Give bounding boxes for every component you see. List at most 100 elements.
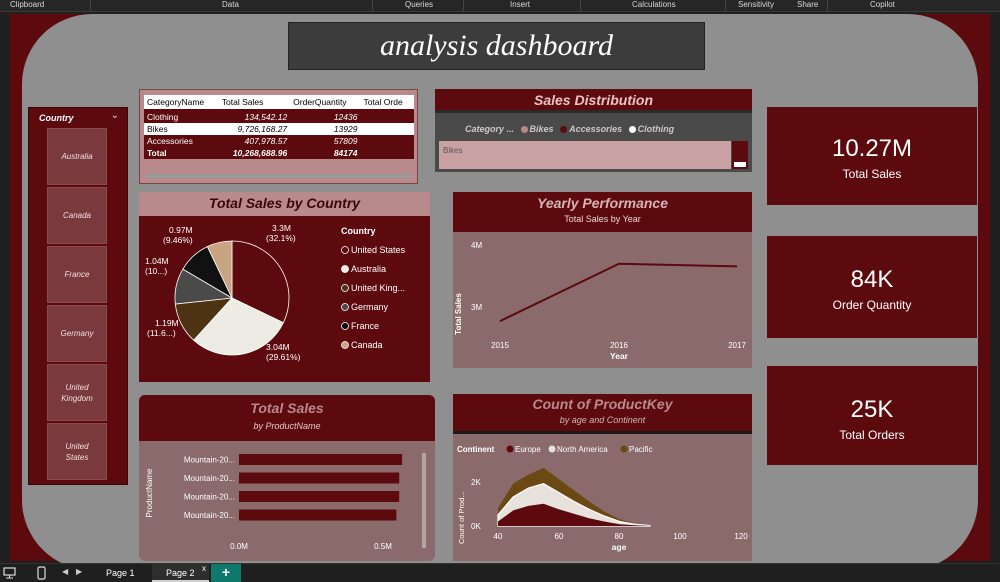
yearly-series-line[interactable] (499, 262, 738, 323)
pie-legend-marker (341, 246, 349, 254)
count-xtick: 100 (673, 532, 687, 541)
kpi-label: Total Sales (842, 167, 902, 181)
pie-legend-marker (341, 341, 349, 349)
pie-legend-marker (341, 284, 349, 292)
pie-label-value: 1.19M (155, 318, 179, 328)
cell-sales: 407,978.57 (218, 135, 291, 147)
desktop-view-icon[interactable] (3, 567, 17, 579)
pie-legend-item[interactable]: France (351, 321, 379, 331)
ribbon-sensitivity[interactable]: Sensitivity (738, 0, 774, 9)
ribbon-data[interactable]: Data (222, 0, 239, 9)
yearly-title: Yearly Performance (537, 195, 668, 211)
count-ytick: 2K (471, 478, 481, 487)
legend-dot-clothing (628, 126, 636, 133)
cell-total-sales: 10,268,688.96 (218, 147, 291, 159)
close-tab-icon[interactable]: x (202, 564, 206, 573)
column-header-category[interactable]: CategoryName (144, 95, 219, 111)
slicer-item-australia[interactable]: Australia (47, 128, 107, 185)
sales-distribution-title: Sales Distribution (435, 89, 752, 113)
chevron-down-icon[interactable]: ⌄ (111, 110, 119, 121)
legend-title: Category ... (465, 124, 515, 134)
yearly-subtitle: Total Sales by Year (564, 214, 641, 224)
cell-category: Bikes (144, 123, 219, 135)
pie-legend-item[interactable]: Australia (351, 264, 386, 274)
ribbon-queries[interactable]: Queries (405, 0, 433, 9)
pie-label-percent: (32.1%) (266, 233, 296, 243)
kpi-value: 25K (850, 396, 894, 423)
product-bar[interactable] (239, 509, 397, 521)
table-row[interactable]: Accessories 407,978.57 57809 (144, 135, 414, 147)
count-area-svg: Continent Europe North America Pacific C… (457, 445, 748, 552)
ribbon: Clipboard Data Queries Insert Calculatio… (0, 0, 1000, 12)
table-scrollbar[interactable] (146, 174, 412, 178)
cell-total-quantity: 84174 (290, 147, 361, 159)
ribbon-share[interactable]: Share (797, 0, 818, 9)
stacked-bar-clothing[interactable] (734, 162, 746, 167)
count-legend-title: Continent (457, 445, 495, 454)
count-xlabel: age (612, 542, 627, 552)
pie-legend-item[interactable]: Germany (351, 302, 389, 312)
legend-accessories[interactable]: Accessories (569, 124, 622, 134)
legend-clothing[interactable]: Clothing (638, 124, 675, 134)
pie-legend-item[interactable]: United States (351, 245, 406, 255)
table-row[interactable]: Bikes 9,726,168.27 13929 (144, 123, 414, 135)
product-bar[interactable] (239, 491, 400, 502)
legend-north-america[interactable]: North America (557, 445, 608, 454)
ribbon-copilot[interactable]: Copilot (870, 0, 895, 9)
tab-page-1[interactable]: Page 1 (92, 564, 149, 582)
ribbon-clipboard[interactable]: Clipboard (10, 0, 44, 9)
count-ytick: 0K (471, 522, 481, 531)
ribbon-insert[interactable]: Insert (510, 0, 530, 9)
total-sales-product-card: Total Sales by ProductName ProductName M… (139, 395, 435, 561)
slicer-item-united-states[interactable]: United States (47, 423, 107, 480)
column-header-total-sales[interactable]: Total Sales (218, 95, 291, 111)
pie-legend-item[interactable]: Canada (351, 340, 383, 350)
pie-label-percent: (29.61%) (266, 352, 301, 362)
bar-ylabel: ProductName (145, 468, 154, 517)
legend-pacific[interactable]: Pacific (629, 445, 653, 454)
legend-dot-pacific (620, 445, 628, 453)
kpi-label: Total Orders (839, 428, 905, 442)
slicer-item-france[interactable]: France (47, 246, 107, 303)
yearly-performance-card: Yearly Performance Total Sales by Year T… (453, 192, 752, 368)
chevron-left-icon[interactable]: ◀ (62, 567, 68, 576)
pie-label-percent: (9.46%) (163, 235, 193, 245)
slicer-item-germany[interactable]: Germany (47, 305, 107, 362)
category-table: CategoryName Total Sales OrderQuantity T… (139, 89, 418, 184)
column-header-total-orders[interactable]: Total Orde (360, 95, 414, 111)
count-title: Count of ProductKey (532, 396, 673, 412)
cell-quantity: 57809 (290, 135, 361, 147)
table-row[interactable]: Clothing 134,542.12 12436 (144, 110, 414, 123)
legend-bikes[interactable]: Bikes (530, 124, 554, 134)
kpi-label: Order Quantity (832, 298, 912, 312)
bar-label-bikes: Bikes (443, 146, 463, 155)
pie-label-value: 1.04M (145, 256, 169, 266)
pie-label-value: 3.3M (272, 223, 291, 233)
total-sales-subtitle: by ProductName (253, 421, 321, 431)
mobile-view-icon[interactable] (37, 566, 47, 580)
count-productkey-card: Count of ProductKey by age and Continent… (453, 394, 752, 561)
product-bar-label: Mountain-20... (184, 474, 235, 483)
cell-sales: 9,726,168.27 (218, 123, 291, 135)
cell-quantity: 12436 (290, 110, 361, 123)
column-header-order-quantity[interactable]: OrderQuantity (290, 95, 361, 111)
tab-page-2[interactable]: Page 2 (152, 564, 209, 582)
cell-total-label: Total (144, 147, 219, 159)
ribbon-calculations[interactable]: Calculations (632, 0, 676, 9)
legend-europe[interactable]: Europe (515, 445, 541, 454)
pie-legend-item[interactable]: United King... (351, 283, 405, 293)
kpi-value: 10.27M (831, 135, 913, 162)
slicer-item-united-kingdom[interactable]: United Kingdom (47, 364, 107, 421)
yearly-xtick: 2017 (728, 341, 746, 350)
product-bar[interactable] (239, 472, 400, 484)
bar-scrollbar[interactable] (422, 453, 426, 548)
pie-svg: 3.3M (32.1%) 3.04M (29.61%) 1.19M (11.6.… (145, 223, 406, 362)
add-page-button[interactable]: + (211, 564, 241, 582)
kpi-total-sales: 10.27M Total Sales (767, 107, 977, 205)
count-xtick: 80 (615, 532, 624, 541)
kpi-total-orders: 25K Total Orders (767, 366, 977, 465)
chevron-right-icon[interactable]: ▶ (76, 567, 82, 576)
stacked-bar-bikes[interactable]: Bikes (439, 141, 731, 169)
product-bar[interactable] (239, 454, 403, 465)
slicer-item-canada[interactable]: Canada (47, 187, 107, 244)
